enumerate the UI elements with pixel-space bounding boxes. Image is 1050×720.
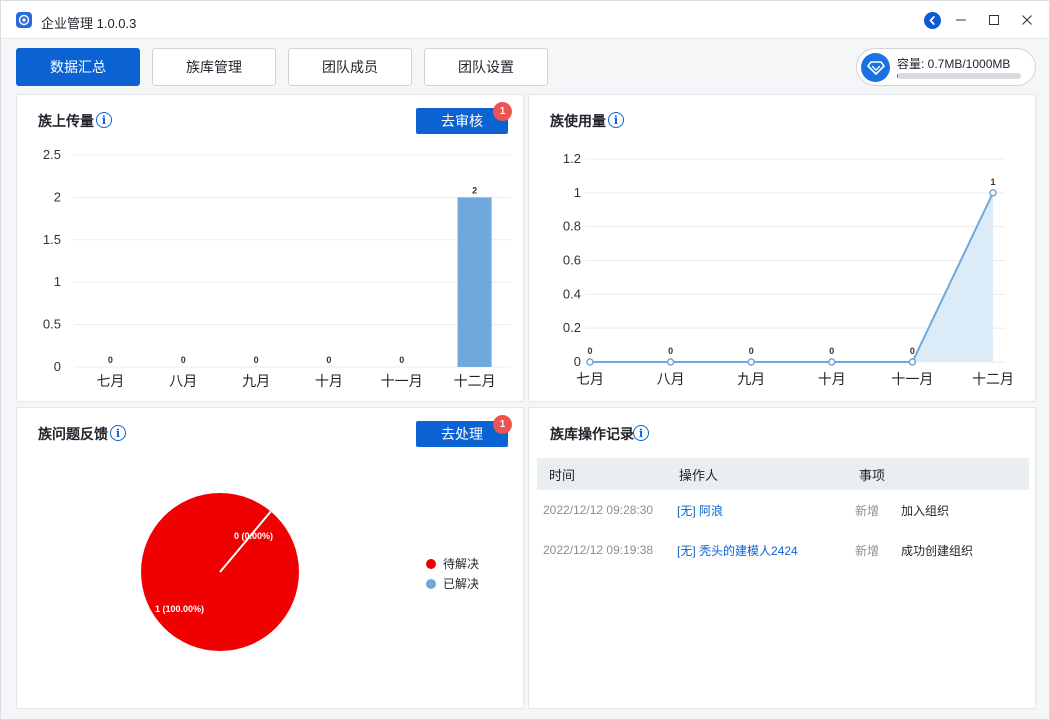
point-data-label: 0 [587,346,592,356]
column-header-operator: 操作人 [679,467,719,483]
y-tick-label: 1.2 [563,151,581,166]
bar-data-label: 0 [254,355,259,365]
bar-data-label: 0 [399,355,404,365]
title-bar: 企业管理 1.0.0.3 [1,1,1049,39]
y-tick-label: 1 [54,274,61,289]
y-tick-label: 1.5 [43,232,61,247]
row-item: 成功创建组织 [901,543,974,558]
row-type: 新增 [855,503,880,518]
data-point [989,189,997,197]
legend-swatch [426,578,436,589]
capacity-label: 容量: 0.7MB/1000MB [897,57,1011,71]
capacity-progress-bar [897,73,1021,79]
bar-data-label: 0 [326,355,331,365]
row-operator-link[interactable]: [无] 阿浪 [667,502,847,519]
upload-panel: 族上传量 i 去审核 1 0 0.5 1 1.5 2 2.5 0 七月 0 八月 0 九月 0 十月 0 十一… [16,94,524,402]
x-tick-label: 十二月 [972,371,1014,387]
pie-data-label: 1 (100.00%) [155,604,204,614]
point-data-label: 1 [990,177,995,187]
operation-log-panel: 族库操作记录 i 时间 操作人 事项 2022/12/12 09:28:30 [… [528,407,1036,709]
row-time: 2022/12/12 09:19:38 [543,543,654,557]
app-logo-icon [16,12,32,28]
y-tick-label: 0.2 [563,320,581,335]
row-time: 2022/12/12 09:28:30 [543,503,654,517]
y-tick-label: 0 [574,354,581,369]
y-tick-label: 0.6 [563,253,581,268]
tab-team-settings[interactable]: 团队设置 [424,48,548,86]
upload-bar-chart: 0 0.5 1 1.5 2 2.5 0 七月 0 八月 0 九月 0 十月 0 十一月 2 十二月 [43,147,511,389]
y-tick-label: 2 [54,189,61,204]
column-header-item: 事项 [859,467,886,483]
minimize-icon [956,19,966,21]
minimize-button[interactable] [951,10,971,30]
close-icon [1022,15,1032,25]
app-window: 企业管理 1.0.0.3 数据汇总 族库管理 团队成员 团队设置 容量: 0.7… [0,0,1050,720]
y-tick-label: 1 [574,185,581,200]
capacity-progress-fill [897,73,898,79]
y-tick-label: 0.8 [563,219,581,234]
bar-data-label: 2 [472,185,477,195]
usage-area-chart: 0 0.2 0.4 0.6 0.8 1 1.2 0 七月 0 八月 0 九月 0 十月 0 十一月 1 十二月 [563,151,1014,387]
feedback-panel: 族问题反馈 i 去处理 1 0 (0.00%) 1 (100.00%) 待解决 已… [16,407,524,709]
capacity-indicator: 容量: 0.7MB/1000MB [856,48,1036,86]
maximize-button[interactable] [984,10,1004,30]
data-point [908,358,917,366]
window-title: 企业管理 1.0.0.3 [41,16,137,31]
y-tick-label: 0 [54,359,61,374]
data-point [666,358,675,366]
x-tick-label: 十月 [315,373,343,389]
data-point [586,358,594,366]
x-tick-label: 七月 [576,371,604,387]
point-data-label: 0 [910,346,915,356]
x-tick-label: 十二月 [454,373,496,389]
bar [457,197,492,367]
y-tick-label: 2.5 [43,147,61,162]
log-panel-title: 族库操作记录 [550,426,634,442]
y-tick-label: 0.5 [43,317,61,332]
maximize-icon [989,15,999,25]
x-tick-label: 九月 [242,373,270,389]
legend-item-resolved: 已解决 [426,575,479,592]
legend-label: 已解决 [443,577,480,591]
column-header-time: 时间 [549,467,576,483]
table-row: 2022/12/12 09:28:30 [无] 阿浪 新增 加入组织 [537,490,1029,530]
y-tick-label: 0.4 [563,286,581,301]
x-tick-label: 十一月 [381,373,423,389]
usage-panel: 族使用量 i 0 0.2 0.4 0.6 0.8 1 1.2 0 七月 0 八月 0 九月 0 十月 0 十一月… [528,94,1036,402]
bar-data-label: 0 [108,355,113,365]
point-data-label: 0 [668,346,673,356]
info-icon[interactable]: i [633,425,649,441]
x-tick-label: 八月 [169,373,197,389]
row-item: 加入组织 [901,503,950,518]
close-button[interactable] [1017,10,1037,30]
point-data-label: 0 [829,346,834,356]
data-point [828,358,836,366]
legend-label: 待解决 [443,557,480,571]
x-tick-label: 十月 [818,371,846,387]
table-row: 2022/12/12 09:19:38 [无] 秃头的建模人2424 新增 成功… [537,530,1029,570]
operation-log-table: 时间 操作人 事项 2022/12/12 09:28:30 [无] 阿浪 新增 … [537,458,1029,570]
x-tick-label: 七月 [96,373,124,389]
diamond-icon [861,53,890,82]
x-tick-label: 九月 [737,371,765,387]
x-tick-label: 十一月 [891,371,933,387]
area-fill [590,192,993,362]
tab-team-members[interactable]: 团队成员 [288,48,412,86]
row-type: 新增 [855,543,880,558]
bar-data-label: 0 [181,355,186,365]
tab-data-summary[interactable]: 数据汇总 [16,48,140,86]
legend-swatch [426,558,436,569]
tab-library-management[interactable]: 族库管理 [152,48,276,86]
point-data-label: 0 [749,346,754,356]
row-operator-link[interactable]: [无] 秃头的建模人2424 [667,542,847,559]
legend-item-unresolved: 待解决 [426,555,479,572]
data-point [747,358,755,366]
table-header: 时间 操作人 事项 [537,458,1029,490]
back-icon[interactable] [924,12,941,29]
pie-data-label: 0 (0.00%) [234,531,273,541]
x-tick-label: 八月 [657,371,685,387]
